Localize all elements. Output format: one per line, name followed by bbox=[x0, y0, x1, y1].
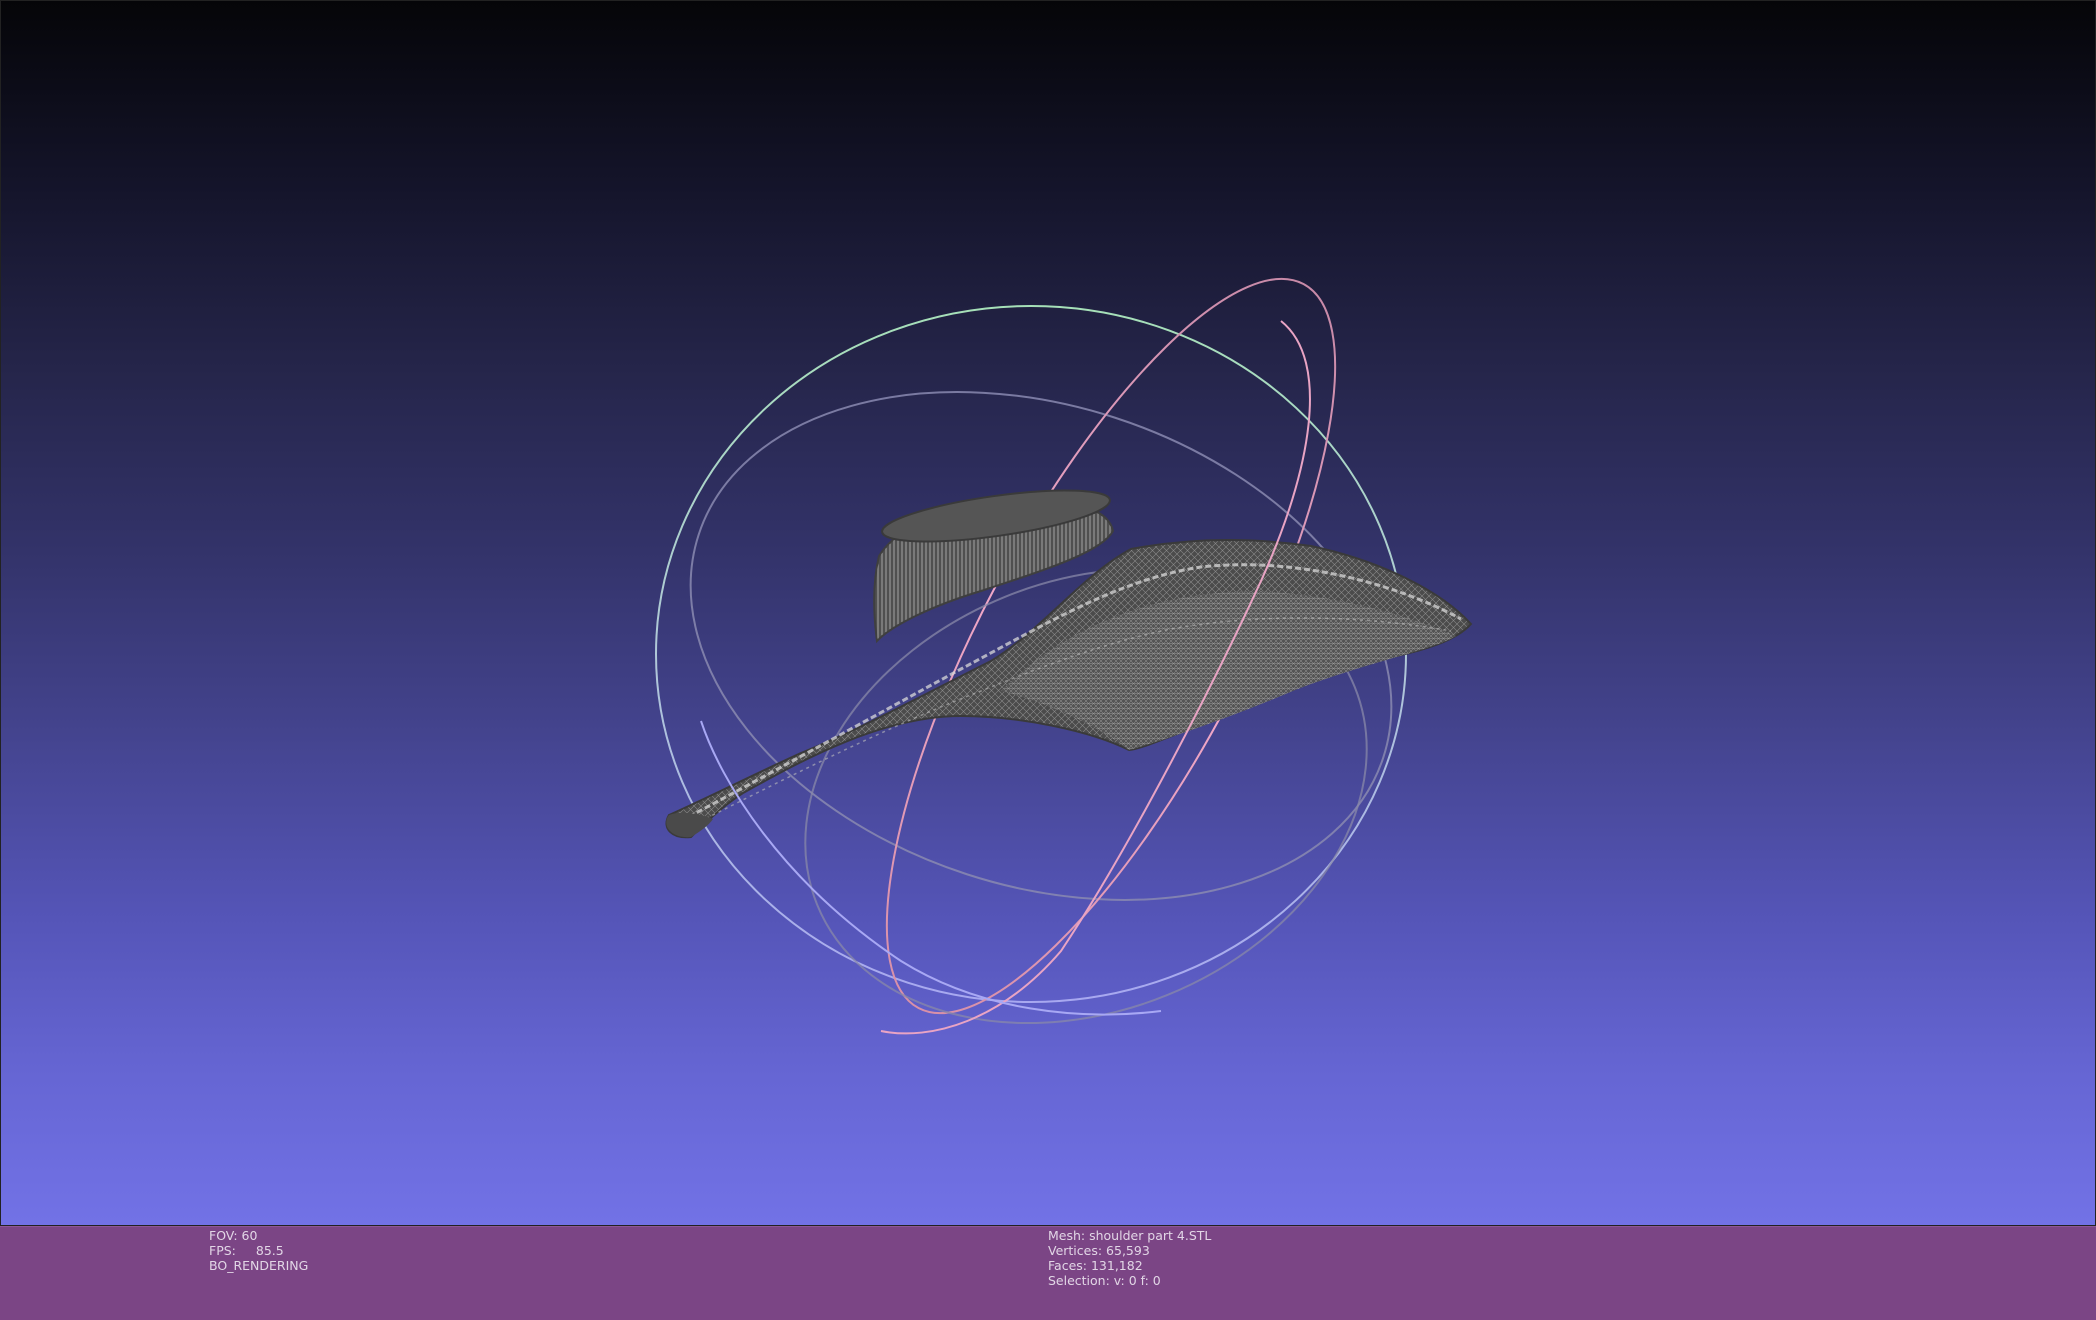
mesh-tip bbox=[666, 812, 713, 838]
render-mode: BO_RENDERING bbox=[209, 1258, 309, 1273]
fov-value: 60 bbox=[241, 1228, 258, 1243]
fov-label: FOV: bbox=[209, 1228, 238, 1243]
fov-line: FOV: 60 bbox=[209, 1228, 308, 1243]
scene-canvas[interactable] bbox=[1, 1, 2096, 1227]
selection-info: Selection: v: 0 f: 0 bbox=[1048, 1273, 1161, 1288]
vertex-count: Vertices: 65,593 bbox=[1048, 1243, 1150, 1258]
3d-viewport[interactable] bbox=[0, 0, 2096, 1226]
mesh-model-shoulder-part[interactable] bbox=[665, 480, 1473, 839]
fps-label: FPS: bbox=[209, 1243, 236, 1258]
mesh-name: Mesh: shoulder part 4.STL bbox=[1048, 1228, 1212, 1243]
face-count: Faces: 131,182 bbox=[1048, 1258, 1143, 1273]
fps-line: FPS: 85.5 bbox=[209, 1243, 308, 1258]
fps-value: 85.5 bbox=[255, 1243, 284, 1258]
mesh-info-panel: Mesh: shoulder part 4.STL Vertices: 65,5… bbox=[1048, 1228, 1211, 1288]
render-info-panel: FOV: 60 FPS: 85.5 BO_RENDERING bbox=[209, 1228, 308, 1273]
status-bar: FOV: 60 FPS: 85.5 BO_RENDERING Mesh: shou… bbox=[0, 1226, 2096, 1320]
trackball-arc-blue-front bbox=[700, 720, 1162, 1016]
